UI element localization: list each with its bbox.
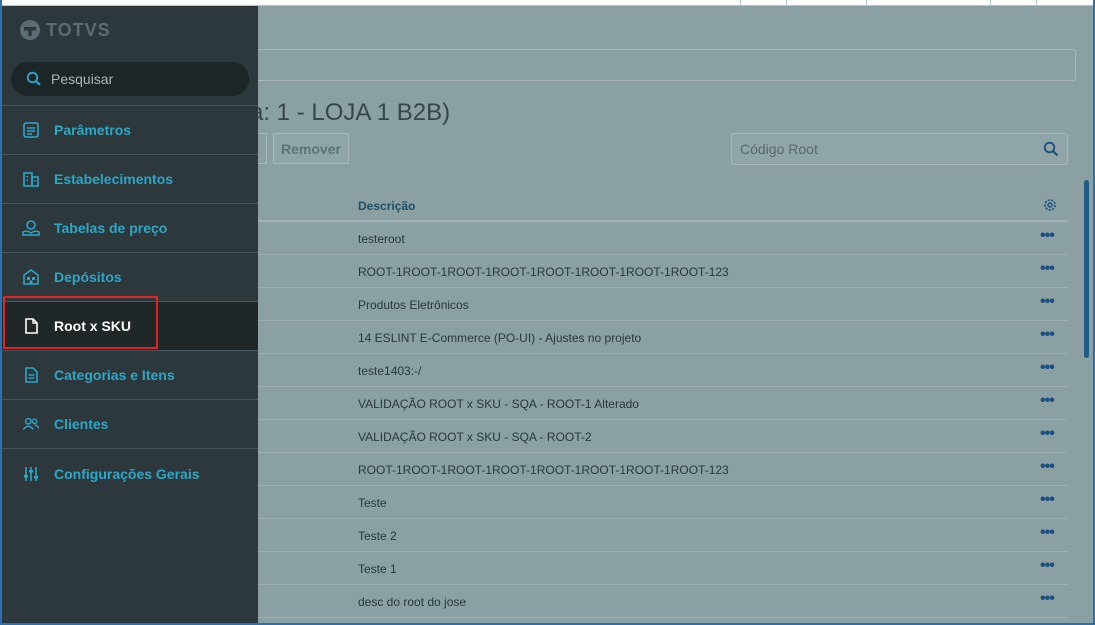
window-frame: [0, 0, 1095, 625]
